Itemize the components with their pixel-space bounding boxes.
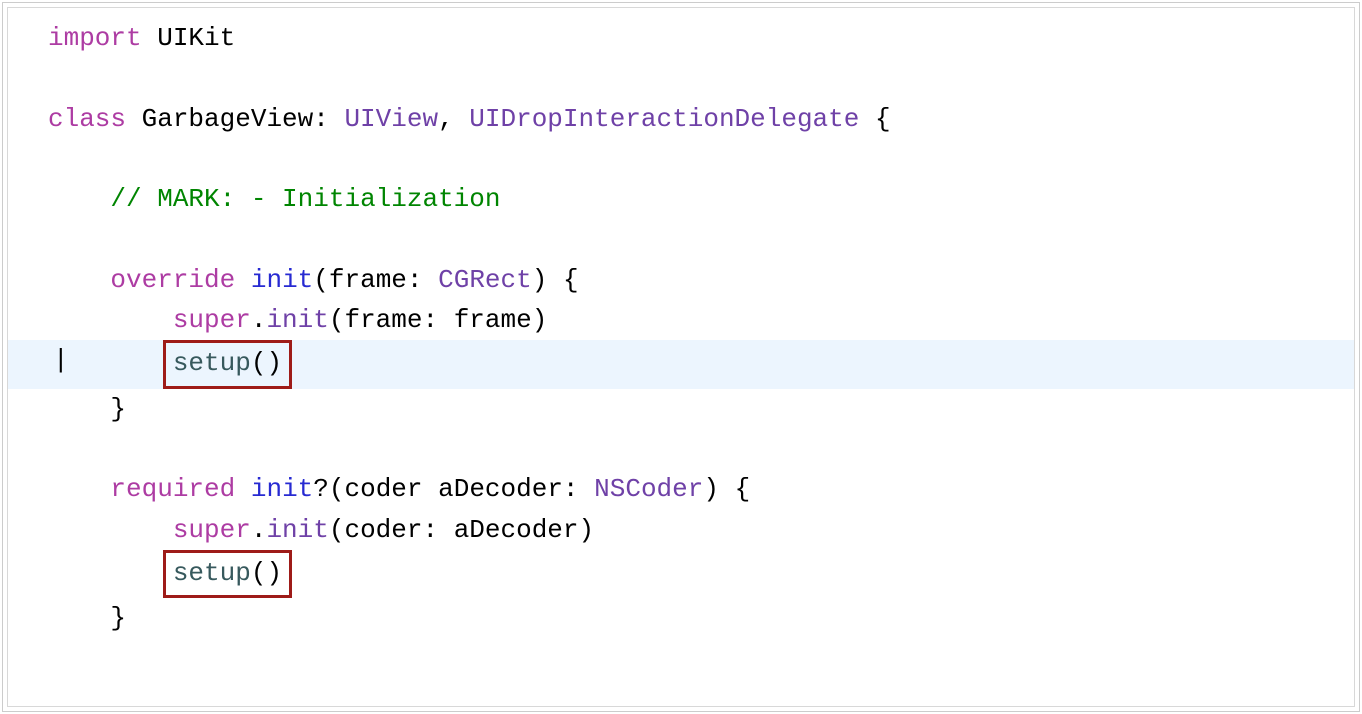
code-line-8: super.init(frame: frame)	[8, 300, 1354, 340]
type-uidropinteractiondelegate: UIDropInteractionDelegate	[469, 104, 859, 134]
code-editor[interactable]: import UIKit class GarbageView: UIView, …	[7, 7, 1355, 707]
close-brace: }	[110, 394, 126, 424]
init-args: (frame: frame)	[329, 305, 547, 335]
keyword-super: super	[173, 515, 251, 545]
init-keyword: init	[251, 265, 313, 295]
params: (coder aDecoder:	[329, 474, 594, 504]
init-call: init	[266, 515, 328, 545]
mark-comment: // MARK: - Initialization	[110, 184, 500, 214]
code-line-1: import UIKit	[8, 18, 1354, 58]
code-line-5: // MARK: - Initialization	[8, 179, 1354, 219]
init-keyword: init	[251, 474, 313, 504]
init-args: (coder: aDecoder)	[329, 515, 594, 545]
code-line-7: override init(frame: CGRect) {	[8, 260, 1354, 300]
params-close: ) {	[703, 474, 750, 504]
code-line-15: }	[8, 598, 1354, 638]
code-line-3: class GarbageView: UIView, UIDropInterac…	[8, 99, 1354, 139]
setup-call: setup	[173, 558, 251, 588]
keyword-import: import	[48, 23, 142, 53]
code-line-12: required init?(coder aDecoder: NSCoder) …	[8, 469, 1354, 509]
code-line-blank	[8, 58, 1354, 98]
params: (frame:	[313, 265, 438, 295]
open-brace: {	[859, 104, 890, 134]
params-close: ) {	[532, 265, 579, 295]
code-line-13: super.init(coder: aDecoder)	[8, 510, 1354, 550]
code-line-blank	[8, 429, 1354, 469]
type-uiview: UIView	[344, 104, 438, 134]
code-line-blank	[8, 139, 1354, 179]
code-line-14: setup()	[8, 550, 1354, 598]
type-cgrect: CGRect	[438, 265, 532, 295]
parens: ()	[251, 348, 282, 378]
highlight-box-1: setup()	[163, 340, 292, 388]
keyword-super: super	[173, 305, 251, 335]
setup-call: setup	[173, 348, 251, 378]
code-line-blank	[8, 219, 1354, 259]
code-editor-panel: import UIKit class GarbageView: UIView, …	[2, 2, 1360, 712]
type-nscoder: NSCoder	[594, 474, 703, 504]
close-brace: }	[110, 603, 126, 633]
code-line-9-highlighted: | setup()	[8, 340, 1354, 388]
highlight-box-2: setup()	[163, 550, 292, 598]
module-name: UIKit	[142, 23, 236, 53]
comma: ,	[438, 104, 469, 134]
keyword-class: class	[48, 104, 126, 134]
code-line-10: }	[8, 389, 1354, 429]
class-name: GarbageView:	[126, 104, 344, 134]
keyword-override: override	[110, 265, 235, 295]
cursor-icon: |	[53, 340, 54, 388]
keyword-required: required	[110, 474, 235, 504]
init-call: init	[266, 305, 328, 335]
parens: ()	[251, 558, 282, 588]
